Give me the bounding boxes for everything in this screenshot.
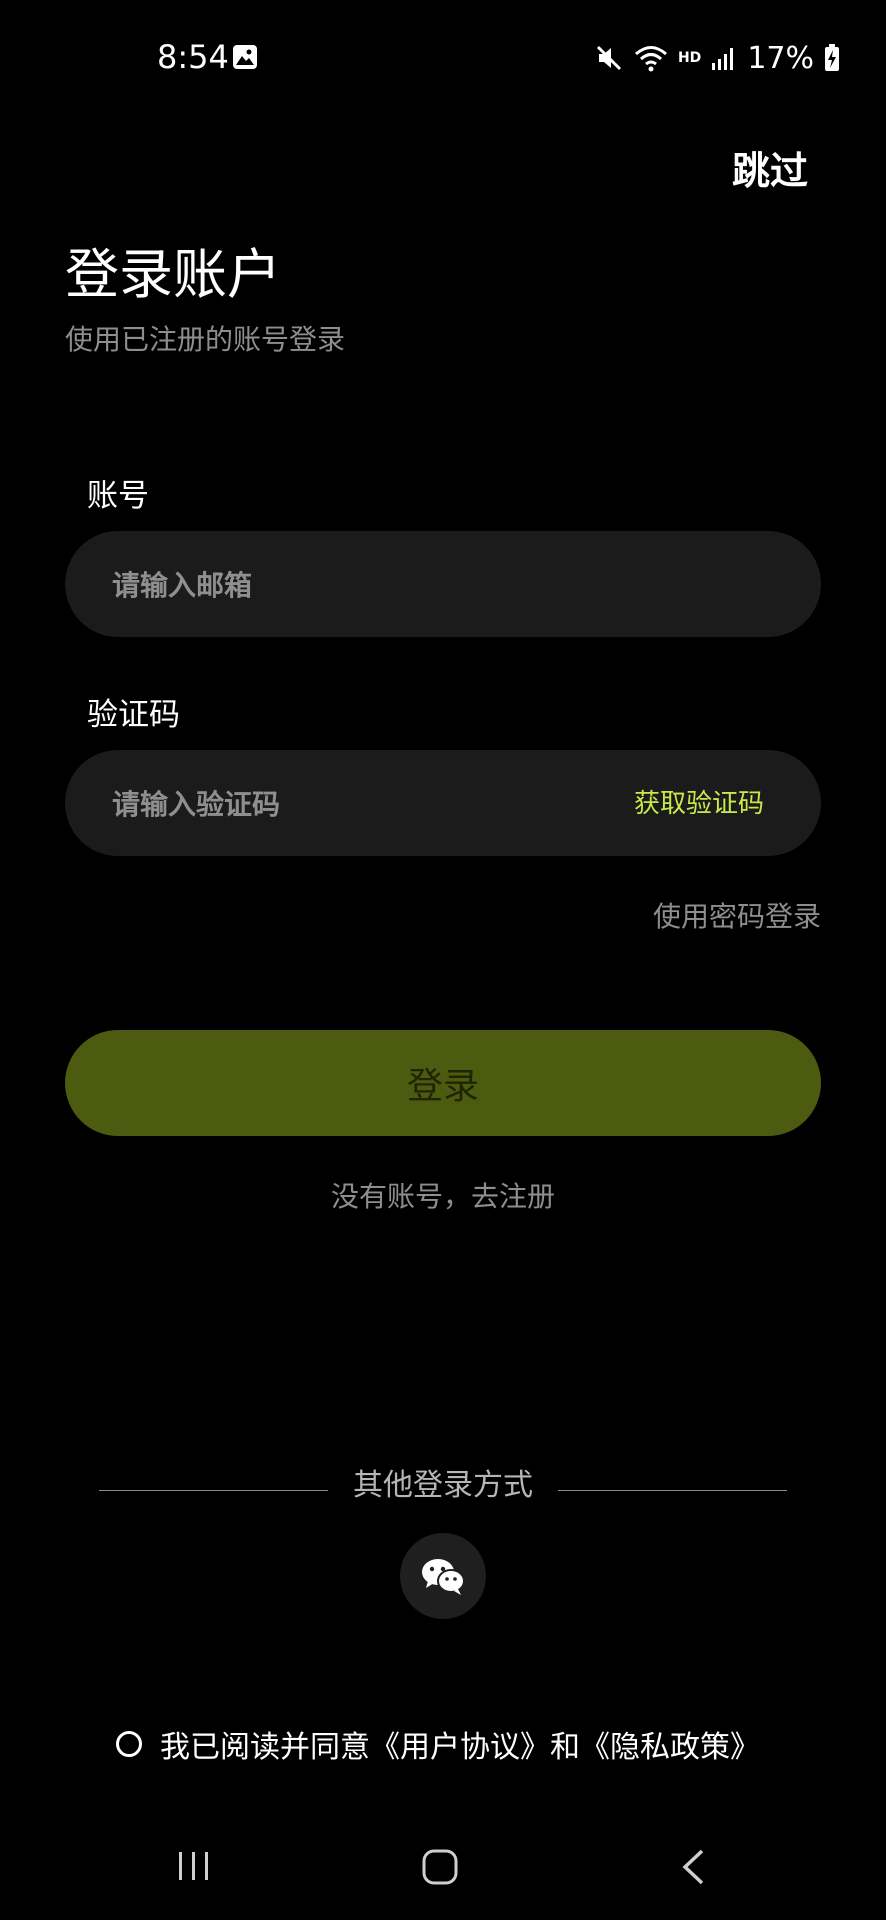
- signal-icon: [712, 48, 734, 70]
- gallery-icon: [233, 45, 257, 69]
- page-title: 登录账户: [65, 243, 281, 306]
- account-label: 账号: [87, 478, 149, 514]
- recent-apps-icon[interactable]: [177, 1850, 211, 1882]
- home-icon[interactable]: [422, 1849, 458, 1885]
- other-login-title: 其他登录方式: [353, 1468, 533, 1503]
- email-input[interactable]: [110, 531, 634, 639]
- verification-code-input[interactable]: [110, 750, 634, 858]
- wechat-icon: [422, 1559, 465, 1595]
- agreement-text[interactable]: 我已阅读并同意《用户协议》和《隐私政策》: [160, 1722, 760, 1766]
- mute-icon: [596, 45, 622, 71]
- verification-code-label: 验证码: [87, 697, 180, 733]
- battery-charging-icon: [825, 44, 839, 71]
- divider-right: [558, 1490, 787, 1491]
- register-link[interactable]: 没有账号，去注册: [0, 1175, 886, 1215]
- get-code-button[interactable]: 获取验证码: [634, 783, 764, 820]
- wifi-icon: [634, 46, 667, 72]
- network-hd-label: HD: [677, 50, 702, 66]
- battery-percentage: 17%: [747, 40, 814, 76]
- wechat-login-button[interactable]: [400, 1533, 486, 1619]
- agreement-checkbox[interactable]: [116, 1731, 142, 1757]
- agreement-row: 我已阅读并同意《用户协议》和《隐私政策》: [116, 1722, 760, 1766]
- email-field: [65, 531, 821, 639]
- status-time: 8:54: [157, 38, 229, 76]
- back-icon[interactable]: [680, 1848, 706, 1886]
- verification-code-field: 获取验证码: [65, 750, 821, 858]
- status-icons: HD 17%: [594, 38, 840, 78]
- page-subtitle: 使用已注册的账号登录: [65, 323, 346, 356]
- password-login-link[interactable]: 使用密码登录: [653, 895, 821, 935]
- skip-button[interactable]: 跳过: [732, 140, 808, 195]
- login-button[interactable]: 登录: [65, 1030, 821, 1136]
